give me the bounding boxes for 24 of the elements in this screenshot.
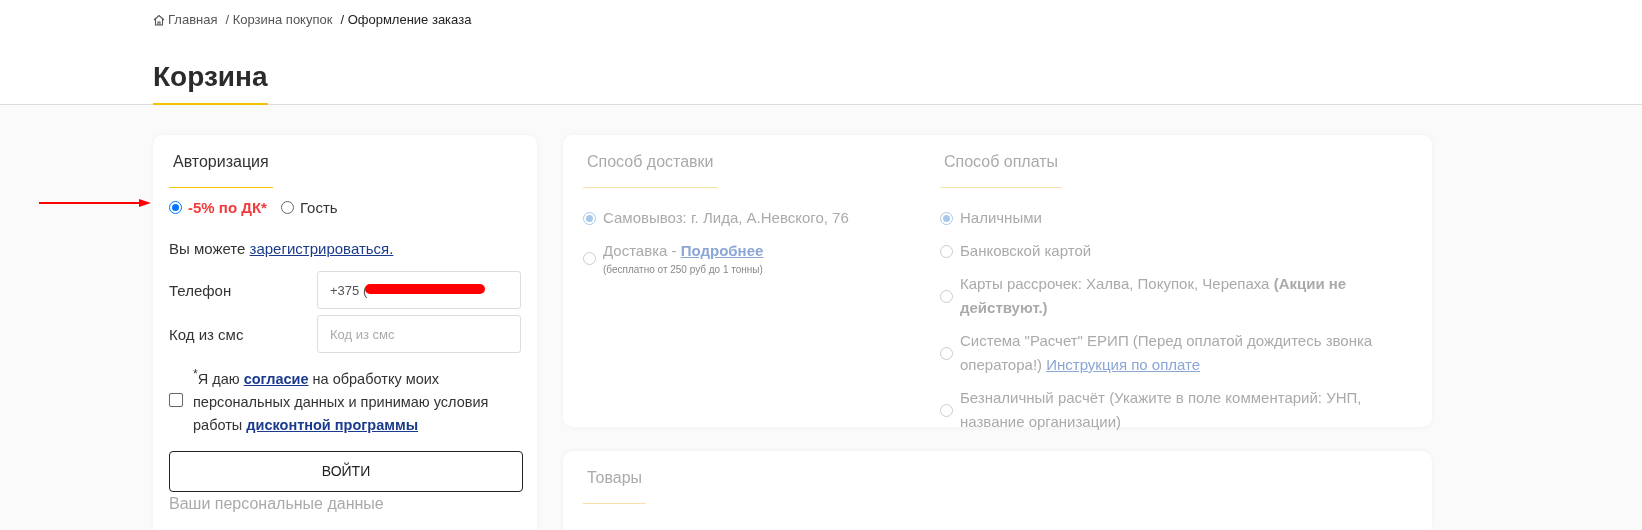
radio-label[interactable]: -5% по ДК* bbox=[188, 199, 267, 216]
section-heading: Способ оплаты bbox=[940, 153, 1063, 188]
breadcrumb-link[interactable]: Главная bbox=[153, 12, 218, 27]
consent-link[interactable]: дисконтной программы bbox=[246, 416, 419, 433]
register-text: Вы можете bbox=[169, 240, 247, 257]
login-button[interactable]: ВОЙТИ bbox=[169, 450, 523, 492]
sms-code-field[interactable]: Код из смс bbox=[317, 315, 521, 353]
consent-checkbox[interactable] bbox=[169, 392, 183, 407]
radio-button[interactable] bbox=[280, 201, 294, 214]
home-icon bbox=[153, 13, 165, 26]
radio-label[interactable]: Гость bbox=[299, 199, 338, 216]
consent-link[interactable]: согласие bbox=[243, 370, 309, 387]
section-heading: Авторизация bbox=[169, 153, 273, 188]
section-heading: Ваши персональные данные bbox=[169, 494, 385, 513]
option-note: (бесплатно от 250 руб до 1 тонны) bbox=[603, 263, 764, 277]
section-heading: Способ доставки bbox=[583, 153, 718, 188]
breadcrumb-current[interactable]: / Оформление заказа bbox=[340, 12, 472, 27]
field-label: Код из смс bbox=[169, 325, 245, 343]
consent-text: $^{*}$Я даю согласие на обработку моих персональных данных и принимаю условия работы дисконтной программы bbox=[193, 366, 490, 435]
breadcrumb-link[interactable]: / Корзина покупок bbox=[225, 12, 333, 27]
field-label: Телефон bbox=[169, 281, 233, 299]
radio-button[interactable] bbox=[169, 201, 182, 214]
register-link[interactable]: зарегистрироваться. bbox=[249, 240, 394, 257]
section-heading: Товары bbox=[583, 469, 647, 504]
